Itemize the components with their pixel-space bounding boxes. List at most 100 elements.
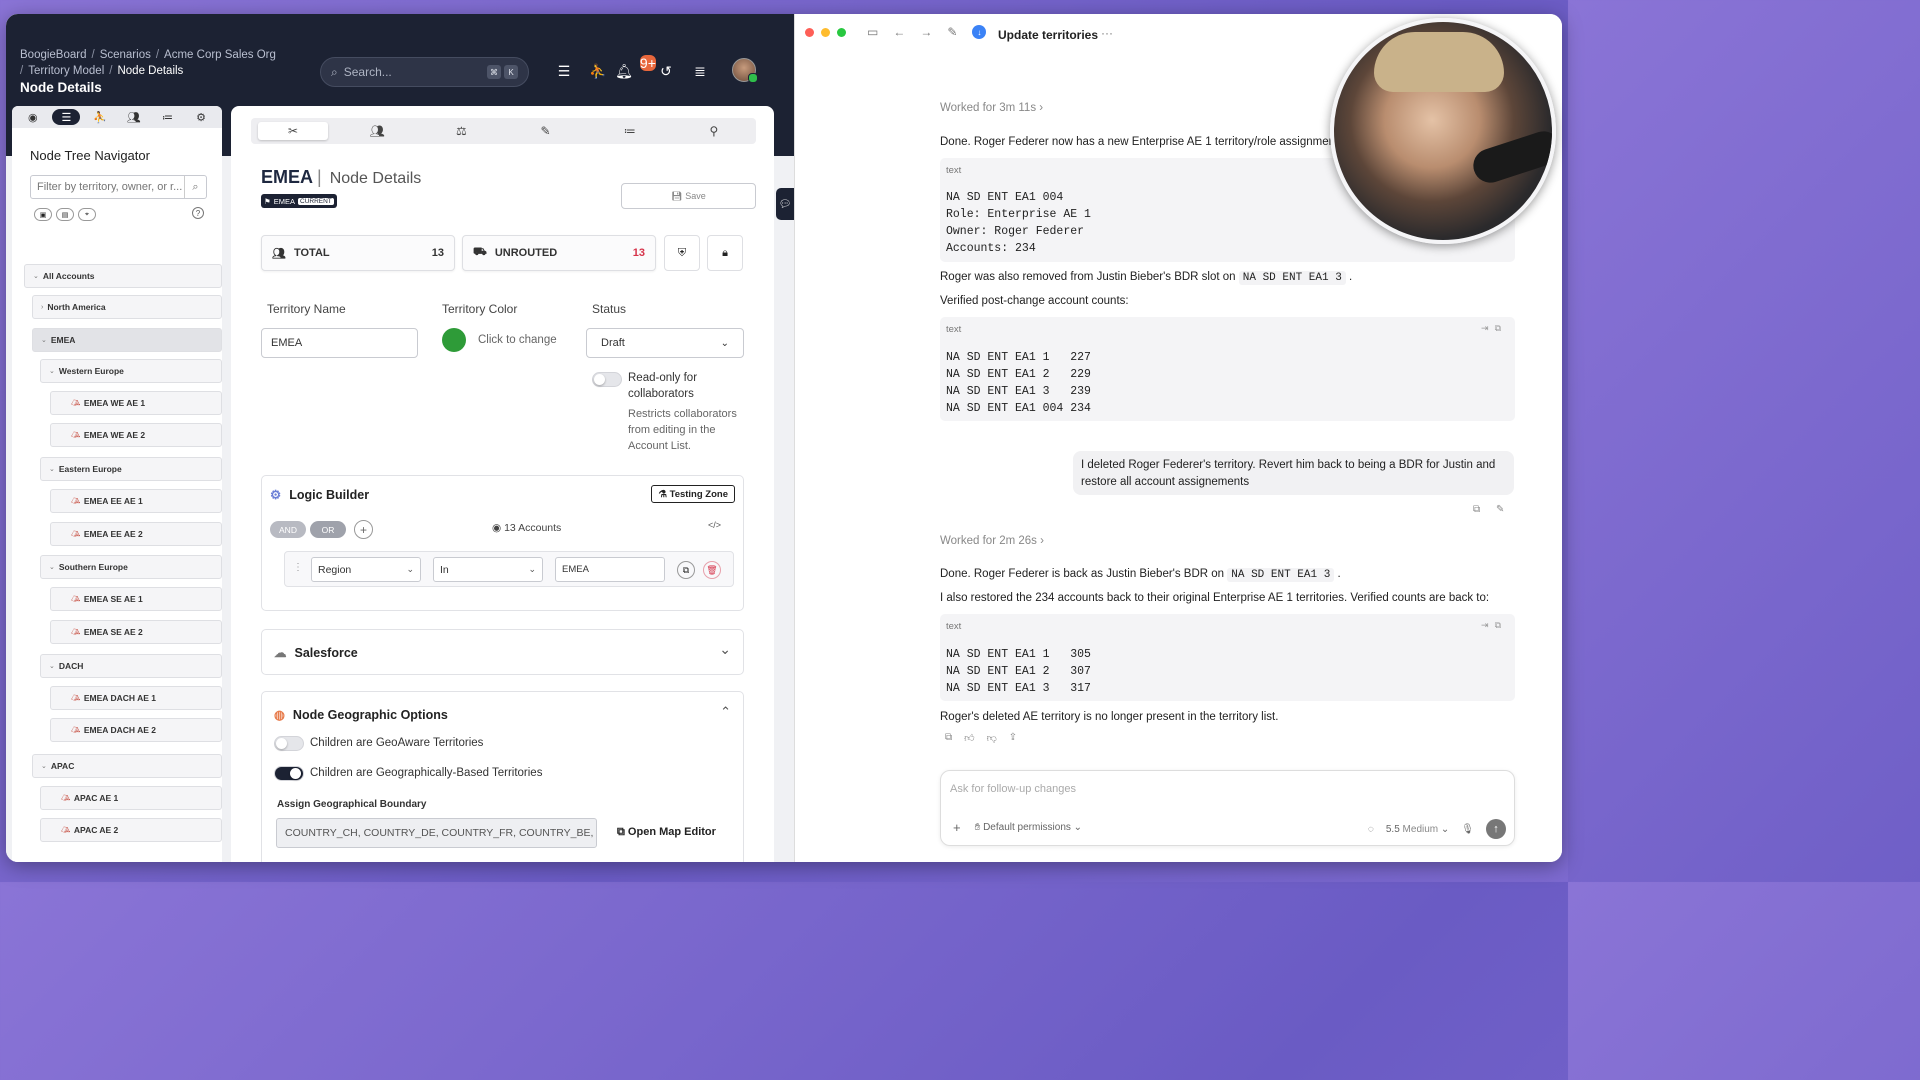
chevron-icon[interactable]: ⌄ — [49, 465, 55, 473]
breadcrumb-scenarios[interactable]: Scenarios — [100, 49, 151, 61]
wrap-icon[interactable]: ⇥ — [1481, 620, 1495, 630]
tree-node[interactable]: ⛺︎ EMEA EE AE 2 — [50, 522, 222, 546]
tree-node[interactable]: ⌄ Southern Europe — [40, 555, 222, 579]
search-icon[interactable]: ⌕ — [184, 176, 206, 198]
send-button[interactable]: ↑ — [1486, 819, 1506, 839]
add-rule-button[interactable]: + — [354, 520, 373, 539]
save-button[interactable]: 💾︎ Save — [621, 183, 756, 209]
status-select[interactable]: Draft ⌄ — [586, 328, 744, 358]
sidebar-icon[interactable]: ▭ — [867, 25, 878, 39]
edit-tab-icon[interactable]: ✎ — [511, 122, 581, 140]
testing-zone-button[interactable]: ⚗ Testing Zone — [651, 485, 735, 503]
chevron-icon[interactable]: ⌄ — [41, 336, 47, 344]
chat-toggle-icon[interactable]: 💬︎ — [776, 188, 794, 220]
follow-up-input[interactable]: Ask for follow-up changes + ✋︎ Default p… — [940, 770, 1515, 846]
bell-icon[interactable]: 🔔︎ 9+ — [615, 55, 656, 79]
tree-node[interactable]: ⛺︎ APAC AE 2 — [40, 818, 222, 842]
copy-icon[interactable]: ⧉ — [1495, 620, 1507, 630]
history-icon[interactable]: ↺ — [658, 63, 674, 79]
route-tab-icon[interactable]: ⚲ — [679, 122, 749, 140]
database-icon[interactable]: ≣ — [692, 63, 708, 79]
geobased-toggle[interactable] — [274, 766, 304, 781]
filter-chip-box-icon[interactable]: ▣ — [34, 208, 52, 221]
territory-name-input[interactable]: EMEA — [261, 328, 418, 358]
copy-icon[interactable]: ⧉ — [1473, 504, 1480, 515]
thumbs-up-icon[interactable]: 👍︎ — [964, 732, 974, 744]
copy-rule-icon[interactable]: ⧉ — [677, 561, 695, 579]
breadcrumb-org[interactable]: Acme Corp Sales Org — [164, 49, 276, 61]
avatar[interactable] — [732, 58, 758, 83]
more-icon[interactable]: ··· — [1101, 26, 1113, 40]
chevron-icon[interactable]: ⌄ — [49, 662, 55, 670]
code-icon[interactable]: </> — [708, 520, 721, 530]
breadcrumb-boogieboard[interactable]: BoogieBoard — [20, 49, 87, 61]
color-change-link[interactable]: Click to change — [478, 332, 557, 348]
search-input[interactable]: ⌕ Search... ⌘ K — [320, 57, 529, 87]
filter-chip-pin-icon[interactable]: ⌖ — [78, 208, 96, 221]
tree-node[interactable]: ⛺︎ EMEA SE AE 1 — [50, 587, 222, 611]
lock-alt-button[interactable]: ⛨ — [664, 235, 700, 271]
tree-filter-input[interactable]: Filter by territory, owner, or r... ⌕ — [30, 175, 207, 199]
worked-duration-1[interactable]: Worked for 3m 11s › — [940, 102, 1043, 114]
lock-button[interactable]: 🔒︎ — [707, 235, 743, 271]
chevron-icon[interactable]: ⌄ — [41, 762, 47, 770]
edit-icon[interactable]: ✎ — [1496, 504, 1504, 515]
tree-node[interactable]: ⛺︎ EMEA SE AE 2 — [50, 620, 222, 644]
team-tab-icon[interactable]: 👥︎ — [342, 122, 412, 140]
download-icon[interactable]: ↓ — [972, 25, 987, 39]
tools-tab-icon[interactable]: ✂ — [258, 122, 329, 140]
tree-node[interactable]: ⛺︎ EMEA EE AE 1 — [50, 489, 222, 513]
copy-icon[interactable]: ⧉ — [1495, 323, 1507, 333]
tree-node[interactable]: ⌄ Eastern Europe — [40, 457, 222, 481]
chevron-down-icon[interactable]: ⌄ — [719, 641, 731, 658]
compass-icon[interactable]: ◉ — [19, 109, 47, 125]
tree-node[interactable]: ⌄ DACH — [40, 654, 222, 678]
tree-node[interactable]: ⌄ All Accounts — [24, 264, 222, 288]
copy-icon[interactable]: ⧉ — [945, 732, 952, 744]
settings-tab-icon[interactable]: ⚙ — [187, 109, 215, 125]
permissions-select[interactable]: ✋︎ Default permissions ⌄ — [975, 822, 1082, 833]
rule-operator-select[interactable]: In ⌄ — [433, 557, 543, 582]
back-arrow-icon[interactable]: ← — [893, 25, 905, 39]
tree-node[interactable]: ⛺︎ EMEA DACH AE 1 — [50, 686, 222, 710]
and-toggle[interactable]: AND — [270, 521, 306, 538]
delete-rule-icon[interactable]: 🗑︎ — [703, 561, 721, 579]
help-icon[interactable]: ? — [192, 207, 204, 219]
minimize-window-button[interactable] — [821, 28, 830, 37]
tree-node[interactable]: ⛺︎ EMEA DACH AE 2 — [50, 718, 222, 742]
list-tab-icon[interactable]: ☰ — [52, 109, 81, 125]
filter-chip-db-icon[interactable]: ▤ — [56, 208, 74, 221]
tree-node[interactable]: ⌄ EMEA — [32, 328, 222, 352]
person-icon[interactable]: ⛹ — [589, 63, 606, 79]
tree-node[interactable]: ⌄ APAC — [32, 754, 222, 778]
tree-node[interactable]: ⛺︎ APAC AE 1 — [40, 786, 222, 810]
checklist-tab-icon[interactable]: ≔ — [153, 109, 181, 125]
tree-node[interactable]: › North America — [32, 295, 222, 319]
salesforce-card[interactable]: ☁ Salesforce ⌄ — [261, 629, 744, 675]
share-icon[interactable]: ⇪ — [1009, 732, 1017, 744]
balance-tab-icon[interactable]: ⚖ — [426, 122, 496, 140]
forward-arrow-icon[interactable]: → — [920, 25, 932, 39]
compose-icon[interactable]: ✎ — [947, 25, 957, 39]
list-tab-icon[interactable]: ≔ — [595, 122, 665, 140]
wrap-icon[interactable]: ⇥ — [1481, 323, 1495, 333]
microphone-icon[interactable]: 🎙︎ — [1461, 824, 1474, 835]
tree-node[interactable]: ⌄ Western Europe — [40, 359, 222, 383]
chevron-up-icon[interactable]: ⌃ — [720, 704, 731, 720]
users-tab-icon[interactable]: 👥︎ — [120, 109, 148, 125]
tree-node[interactable]: ⛺︎ EMEA WE AE 2 — [50, 423, 222, 447]
maximize-window-button[interactable] — [837, 28, 846, 37]
thumbs-down-icon[interactable]: 👎︎ — [987, 732, 997, 744]
chevron-icon[interactable]: ⌄ — [33, 272, 39, 280]
person-tab-icon[interactable]: ⛹ — [86, 109, 114, 125]
model-select[interactable]: 5.5 Medium ⌄ — [1386, 824, 1449, 835]
add-attachment-icon[interactable]: + — [953, 820, 961, 835]
territory-color-swatch[interactable] — [442, 328, 466, 352]
drag-handle-icon[interactable]: ⋮ — [293, 562, 303, 573]
rule-field-select[interactable]: Region ⌄ — [311, 557, 421, 582]
readonly-toggle[interactable] — [592, 372, 622, 387]
open-map-editor-button[interactable]: ⧉ Open Map Editor — [617, 826, 716, 839]
close-window-button[interactable] — [805, 28, 814, 37]
worked-duration-2[interactable]: Worked for 2m 26s › — [940, 535, 1044, 547]
boundary-input[interactable]: COUNTRY_CH, COUNTRY_DE, COUNTRY_FR, COUN… — [276, 818, 597, 848]
